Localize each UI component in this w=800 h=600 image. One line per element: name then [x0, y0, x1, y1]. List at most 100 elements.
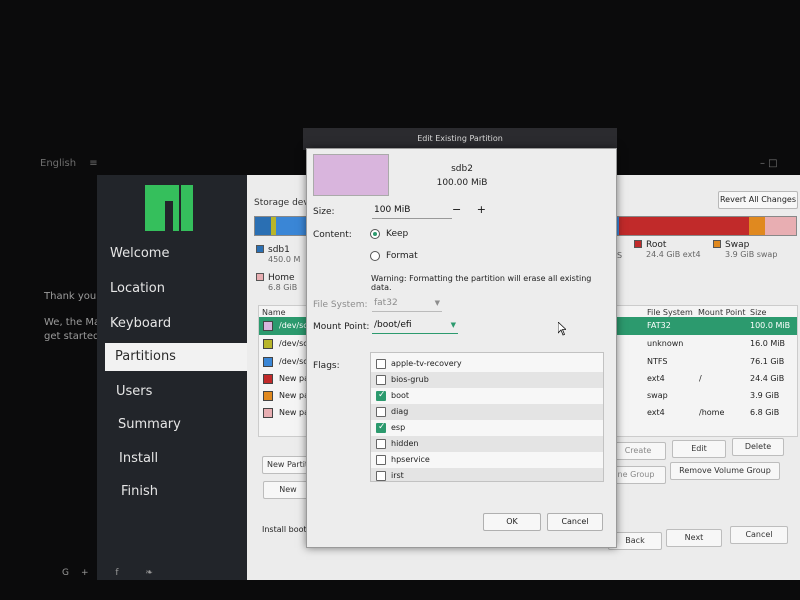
filesystem-value: fat32: [374, 298, 398, 308]
partition-mountpoint: /: [699, 374, 702, 383]
partition-size: 24.4 GiB: [750, 374, 785, 383]
keep-radio-label: Keep: [386, 229, 409, 239]
checkbox[interactable]: [376, 455, 386, 465]
partition-name: /dev/sc: [279, 321, 308, 330]
menu-icon[interactable]: ≡: [89, 158, 97, 169]
storage-device-label: Storage dev: [254, 198, 309, 208]
language-indicator[interactable]: English ≡: [40, 158, 98, 169]
dialog-title: Edit Existing Partition: [303, 128, 617, 150]
column-header-mountpoint[interactable]: Mount Point: [698, 308, 745, 317]
flag-esp[interactable]: esp: [371, 420, 603, 436]
create-button[interactable]: Create: [610, 442, 666, 460]
partition-filesystem: swap: [647, 391, 668, 400]
cancel-button[interactable]: Cancel: [730, 526, 788, 544]
content-label: Content:: [313, 230, 352, 240]
sidebar-item-welcome[interactable]: Welcome: [110, 240, 247, 268]
partition-name: /dev/sc: [279, 339, 308, 348]
partition-filesystem: unknown: [647, 339, 684, 348]
mountpoint-value: /boot/efi: [374, 320, 412, 330]
flag-label: diag: [391, 407, 409, 416]
flag-hidden[interactable]: hidden: [371, 436, 603, 452]
column-header-filesystem[interactable]: File System: [647, 308, 693, 317]
partition-size: 3.9 GiB: [750, 391, 780, 400]
dialog-cancel-button[interactable]: Cancel: [547, 513, 603, 531]
format-radio-label: Format: [386, 251, 418, 261]
flag-diag[interactable]: diag: [371, 404, 603, 420]
sidebar-item-location[interactable]: Location: [110, 275, 247, 303]
flag-label: apple-tv-recovery: [391, 359, 462, 368]
partition-name: /dev/sc: [279, 357, 308, 366]
disk-segment: [749, 217, 765, 235]
legend-item-home: Home 6.8 GiB: [256, 273, 297, 292]
keep-radio[interactable]: [370, 229, 380, 239]
new-partition-table-button[interactable]: New Partit: [262, 456, 312, 474]
disk-segment: [255, 217, 271, 235]
remove-volume-group-button[interactable]: Remove Volume Group: [670, 462, 780, 480]
sidebar-item-summary[interactable]: Summary: [118, 411, 255, 439]
partition-color-swatch: [263, 408, 273, 418]
chevron-down-icon: ▼: [450, 321, 456, 329]
checkbox[interactable]: [376, 439, 386, 449]
flag-irst[interactable]: irst: [371, 468, 603, 481]
ok-button[interactable]: OK: [483, 513, 541, 531]
checkbox[interactable]: [376, 375, 386, 385]
partition-color-swatch: [263, 374, 273, 384]
mountpoint-select[interactable]: /boot/efi ▼: [372, 320, 458, 334]
legend-sub: 6.8 GiB: [268, 283, 298, 292]
partition-name: New pa: [279, 391, 309, 400]
format-radio[interactable]: [370, 251, 380, 261]
legend-swatch: [256, 245, 264, 253]
manjaro-logo: [143, 183, 195, 233]
checkbox[interactable]: [376, 359, 386, 369]
filesystem-label: File System:: [313, 300, 368, 310]
legend-sub: 450.0 M: [268, 255, 301, 264]
partition-filesystem: ext4: [647, 374, 665, 383]
language-label: English: [40, 158, 77, 169]
checkbox[interactable]: [376, 471, 386, 481]
sidebar-item-partitions[interactable]: Partitions: [105, 343, 247, 371]
size-stepper[interactable]: − +: [452, 203, 492, 216]
mouse-cursor-icon: [558, 322, 566, 336]
legend-item-swap: Swap 3.9 GiB swap: [713, 240, 777, 259]
legend-name: Root: [646, 240, 667, 250]
partition-size: 16.0 MiB: [750, 339, 785, 348]
checkbox-checked[interactable]: [376, 422, 386, 433]
flag-label: esp: [391, 423, 406, 432]
legend-name: Swap: [725, 240, 750, 250]
legend-name: sdb1: [268, 245, 290, 255]
flag-bios-grub[interactable]: bios-grub: [371, 372, 603, 388]
flag-boot[interactable]: boot: [371, 388, 603, 404]
partition-size: 76.1 GiB: [750, 357, 785, 366]
checkbox-checked[interactable]: [376, 390, 386, 401]
window-controls[interactable]: – □: [760, 158, 778, 169]
filesystem-select[interactable]: fat32 ▼: [372, 298, 442, 312]
partition-filesystem: NTFS: [647, 357, 668, 366]
legend-swatch: [634, 240, 642, 248]
chevron-down-icon: ▼: [434, 299, 440, 307]
flag-apple-tv-recovery[interactable]: apple-tv-recovery: [371, 356, 603, 372]
flags-list[interactable]: apple-tv-recovery bios-grub boot diag es…: [370, 352, 604, 482]
partition-name: New pa: [279, 374, 309, 383]
sidebar-item-install[interactable]: Install: [119, 445, 256, 473]
flag-hpservice[interactable]: hpservice: [371, 452, 603, 468]
legend-name: Home: [268, 273, 295, 283]
social-links[interactable]: G+ f ❧: [62, 568, 165, 578]
sidebar-item-keyboard[interactable]: Keyboard: [110, 310, 247, 338]
flag-label: hpservice: [391, 455, 430, 464]
sidebar-item-finish[interactable]: Finish: [121, 478, 258, 506]
edit-button[interactable]: Edit: [672, 440, 726, 458]
partition-color-swatch: [263, 321, 273, 331]
sidebar-item-users[interactable]: Users: [116, 378, 253, 406]
delete-button[interactable]: Delete: [732, 438, 784, 456]
legend-sub: 3.9 GiB swap: [725, 250, 778, 259]
partition-color-swatch: [263, 339, 273, 349]
partition-filesystem: ext4: [647, 408, 665, 417]
size-input[interactable]: 100 MiB: [372, 205, 452, 219]
next-button[interactable]: Next: [666, 529, 722, 547]
column-header-name[interactable]: Name: [262, 308, 286, 317]
checkbox[interactable]: [376, 407, 386, 417]
revert-all-changes-button[interactable]: Revert All Changes: [718, 191, 798, 209]
column-header-size[interactable]: Size: [750, 308, 766, 317]
partition-preview-name: sdb2: [451, 164, 473, 174]
legend-item-root: Root 24.4 GiB ext4: [634, 240, 701, 259]
